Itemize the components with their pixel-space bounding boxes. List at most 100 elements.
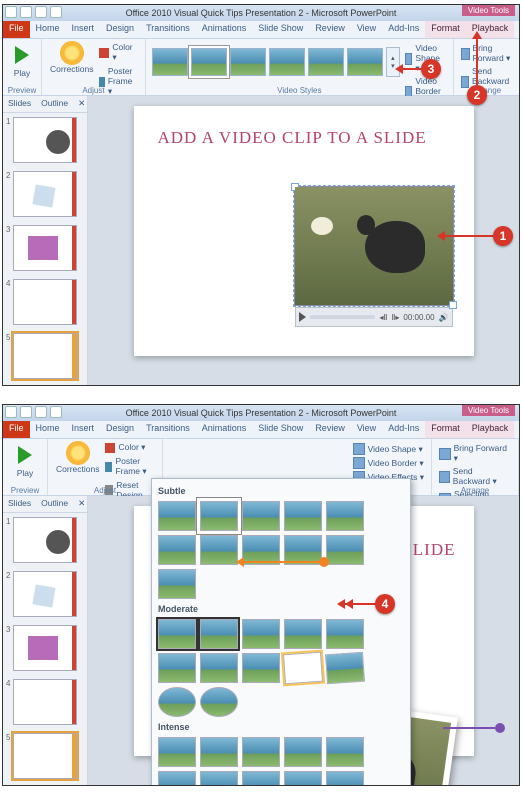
bring-forward-button[interactable]: Bring Forward ▾: [461, 43, 513, 64]
undo-icon[interactable]: [35, 406, 47, 418]
tab-view[interactable]: View: [351, 421, 382, 438]
tab-home[interactable]: Home: [30, 21, 66, 38]
poster-frame-button[interactable]: Poster Frame ▾: [103, 455, 158, 478]
tab-format[interactable]: Format: [425, 421, 466, 438]
video-styles-gallery[interactable]: ▴▾: [150, 41, 402, 83]
style-thumb[interactable]: [191, 48, 227, 76]
slide-thumb-3[interactable]: 3: [3, 221, 87, 275]
close-panel-icon[interactable]: ✕: [73, 496, 88, 512]
style-option[interactable]: [284, 771, 322, 786]
style-option[interactable]: [158, 535, 196, 565]
tab-addins[interactable]: Add-Ins: [382, 421, 425, 438]
style-option[interactable]: [200, 687, 238, 717]
undo-icon[interactable]: [35, 6, 47, 18]
seek-track[interactable]: [310, 315, 376, 319]
style-thumb[interactable]: [269, 48, 305, 76]
slide-thumb-1[interactable]: 1: [3, 513, 87, 567]
volume-icon[interactable]: 🔊: [439, 313, 449, 322]
save-icon[interactable]: [20, 406, 32, 418]
tab-transitions[interactable]: Transitions: [140, 21, 196, 38]
redo-icon[interactable]: [50, 6, 62, 18]
style-option-hover[interactable]: [283, 652, 323, 685]
outline-tab[interactable]: Outline: [36, 96, 73, 112]
style-thumb[interactable]: [347, 48, 383, 76]
tab-design[interactable]: Design: [100, 21, 140, 38]
play-icon[interactable]: [299, 312, 306, 322]
bring-forward-button[interactable]: Bring Forward ▾: [439, 443, 511, 464]
video-back-icon[interactable]: ◂Ⅱ: [379, 313, 387, 322]
style-option[interactable]: [326, 501, 364, 531]
video-shape-button[interactable]: Video Shape ▾: [353, 443, 424, 455]
tab-addins[interactable]: Add-Ins: [382, 21, 425, 38]
color-button[interactable]: Color ▾: [97, 41, 140, 64]
tab-review[interactable]: Review: [309, 21, 351, 38]
tab-animations[interactable]: Animations: [196, 21, 253, 38]
style-option[interactable]: [200, 653, 238, 683]
play-button[interactable]: Play: [7, 41, 37, 80]
tab-playback[interactable]: Playback: [466, 421, 515, 438]
play-button[interactable]: Play: [7, 441, 43, 480]
style-option[interactable]: [242, 737, 280, 767]
style-option[interactable]: [242, 653, 280, 683]
tab-format[interactable]: Format: [425, 21, 466, 38]
style-option[interactable]: [326, 619, 364, 649]
send-backward-button[interactable]: Send Backward ▾: [439, 466, 511, 487]
style-option[interactable]: [200, 535, 238, 565]
video-object[interactable]: ◂Ⅱ Ⅱ▸ 00:00.00 🔊: [294, 186, 454, 306]
ppt-icon[interactable]: [5, 406, 17, 418]
outline-tab[interactable]: Outline: [36, 496, 73, 512]
style-option[interactable]: [158, 771, 196, 786]
style-thumb[interactable]: [152, 48, 188, 76]
slide-thumb-5[interactable]: 5: [3, 729, 87, 783]
style-option[interactable]: [200, 771, 238, 786]
style-option[interactable]: [200, 737, 238, 767]
tab-file[interactable]: File: [3, 421, 30, 438]
tab-file[interactable]: File: [3, 21, 30, 38]
corrections-button[interactable]: Corrections: [46, 41, 97, 83]
tab-animations[interactable]: Animations: [196, 421, 253, 438]
style-option[interactable]: [200, 501, 238, 531]
style-option[interactable]: [158, 501, 196, 531]
slides-tab[interactable]: Slides: [3, 496, 36, 512]
tab-home[interactable]: Home: [30, 421, 66, 438]
tab-slideshow[interactable]: Slide Show: [252, 421, 309, 438]
slide-thumb-5[interactable]: 5: [3, 329, 87, 383]
slide-thumb-1[interactable]: 1: [3, 113, 87, 167]
slide-thumb-4[interactable]: 4: [3, 675, 87, 729]
color-button[interactable]: Color ▾: [103, 441, 158, 454]
style-option[interactable]: [158, 737, 196, 767]
tab-slideshow[interactable]: Slide Show: [252, 21, 309, 38]
tab-design[interactable]: Design: [100, 421, 140, 438]
slides-tab[interactable]: Slides: [3, 96, 36, 112]
slide-thumb-2[interactable]: 2: [3, 167, 87, 221]
style-option[interactable]: [200, 619, 238, 649]
style-option[interactable]: [326, 535, 364, 565]
style-option[interactable]: [284, 619, 322, 649]
style-option[interactable]: [326, 771, 364, 786]
style-option[interactable]: [284, 501, 322, 531]
ppt-icon[interactable]: [5, 6, 17, 18]
style-option[interactable]: [242, 771, 280, 786]
style-thumb[interactable]: [230, 48, 266, 76]
style-option[interactable]: [326, 737, 364, 767]
style-option[interactable]: [242, 619, 280, 649]
save-icon[interactable]: [20, 6, 32, 18]
style-option[interactable]: [158, 569, 196, 599]
tab-view[interactable]: View: [351, 21, 382, 38]
style-option[interactable]: [284, 737, 322, 767]
style-option[interactable]: [158, 687, 196, 717]
slide-thumb-4[interactable]: 4: [3, 275, 87, 329]
style-option[interactable]: [325, 652, 365, 685]
slide-thumb-3[interactable]: 3: [3, 621, 87, 675]
style-option[interactable]: [158, 653, 196, 683]
slide-canvas[interactable]: ADD A VIDEO CLIP TO A SLIDE ◂Ⅱ Ⅱ▸ 00:00.…: [88, 96, 519, 385]
tab-insert[interactable]: Insert: [66, 421, 101, 438]
corrections-button[interactable]: Corrections: [52, 441, 103, 483]
slide-thumb-2[interactable]: 2: [3, 567, 87, 621]
redo-icon[interactable]: [50, 406, 62, 418]
style-option[interactable]: [158, 619, 196, 649]
close-panel-icon[interactable]: ✕: [73, 96, 88, 112]
tab-review[interactable]: Review: [309, 421, 351, 438]
style-thumb[interactable]: [308, 48, 344, 76]
video-border-button[interactable]: Video Border ▾: [353, 457, 424, 469]
